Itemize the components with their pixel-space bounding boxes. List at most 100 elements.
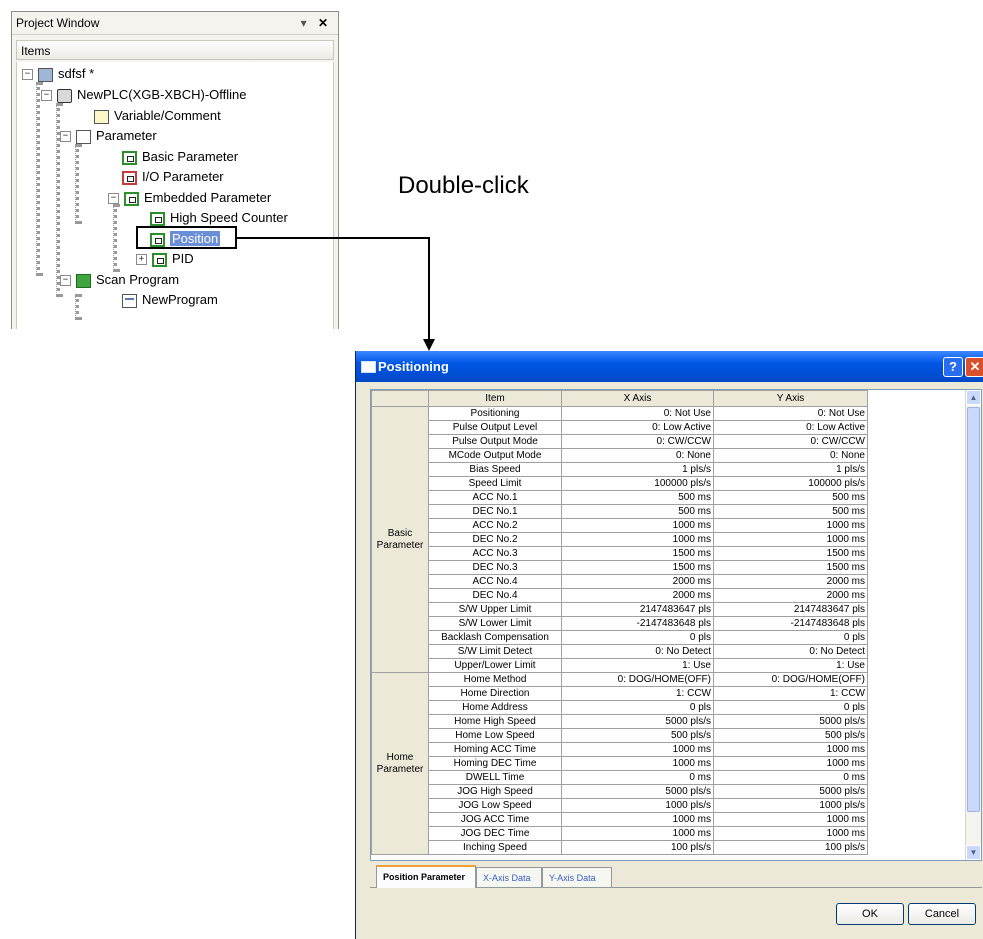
x-axis-value-cell[interactable]: 1000 pls/s (561, 798, 714, 813)
y-axis-value-cell[interactable]: 500 ms (713, 504, 868, 519)
scroll-down-button[interactable]: ▼ (966, 845, 981, 860)
table-row[interactable]: Home High Speed 5000 pls/s 5000 pls/s (372, 714, 966, 729)
y-axis-value-cell[interactable]: 1: CCW (713, 686, 868, 701)
y-axis-value-cell[interactable]: 0: Low Active (713, 420, 868, 435)
tree-node-pid[interactable]: + PID (136, 250, 194, 268)
x-axis-value-cell[interactable]: 1000 ms (561, 742, 714, 757)
x-axis-value-cell[interactable]: -2147483648 pls (561, 616, 714, 631)
table-row[interactable]: S/W Lower Limit -2147483648 pls -214748364… (372, 616, 966, 631)
y-axis-value-cell[interactable]: 1: Use (713, 658, 868, 673)
y-axis-value-cell[interactable]: 5000 pls/s (713, 784, 868, 799)
y-axis-value-cell[interactable]: 2000 ms (713, 574, 868, 589)
x-axis-value-cell[interactable]: 100 pls/s (561, 840, 714, 855)
help-button[interactable]: ? (943, 357, 963, 377)
table-row[interactable]: ACC No.2 1000 ms 1000 ms (372, 518, 966, 533)
x-axis-value-cell[interactable]: 0: Low Active (561, 420, 714, 435)
y-axis-value-cell[interactable]: 1500 ms (713, 546, 868, 561)
table-row[interactable]: Homing ACC Time 1000 ms 1000 ms (372, 742, 966, 757)
collapse-icon[interactable]: − (108, 193, 119, 205)
tree-node-embedded-parameter[interactable]: − Embedded Parameter (108, 189, 271, 207)
x-axis-value-cell[interactable]: 1: Use (561, 658, 714, 673)
ok-button[interactable]: OK (836, 903, 904, 925)
x-axis-value-cell[interactable]: 500 pls/s (561, 728, 714, 743)
x-axis-value-cell[interactable]: 0: No Detect (561, 644, 714, 659)
y-axis-value-cell[interactable]: 1 pls/s (713, 462, 868, 477)
table-row[interactable]: Bias Speed 1 pls/s 1 pls/s (372, 462, 966, 477)
y-axis-value-cell[interactable]: 2000 ms (713, 588, 868, 603)
x-axis-value-cell[interactable]: 1: CCW (561, 686, 714, 701)
tree-node-plc[interactable]: − NewPLC(XGB-XBCH)-Offline (41, 86, 247, 104)
y-axis-value-cell[interactable]: 5000 pls/s (713, 714, 868, 729)
table-row[interactable]: Pulse Output Level 0: Low Active 0: Low Ac… (372, 420, 966, 435)
y-axis-value-cell[interactable]: 0 pls (713, 630, 868, 645)
table-row[interactable]: Inching Speed 100 pls/s 100 pls/s (372, 840, 966, 855)
tree-node-scan-program[interactable]: − Scan Program (60, 271, 179, 289)
table-row[interactable]: ACC No.3 1500 ms 1500 ms (372, 546, 966, 561)
table-row[interactable]: MCode Output Mode 0: None 0: None (372, 448, 966, 463)
tree-node-parameter[interactable]: − Parameter (60, 127, 157, 145)
table-row[interactable]: Home Address 0 pls 0 pls (372, 700, 966, 715)
collapse-icon[interactable]: − (60, 131, 71, 143)
x-axis-value-cell[interactable]: 100000 pls/s (561, 476, 714, 491)
x-axis-value-cell[interactable]: 1500 ms (561, 560, 714, 575)
table-row[interactable]: JOG ACC Time 1000 ms 1000 ms (372, 812, 966, 827)
table-row[interactable]: JOG High Speed 5000 pls/s 5000 pls/s (372, 784, 966, 799)
table-row[interactable]: ACC No.1 500 ms 500 ms (372, 490, 966, 505)
collapse-icon[interactable]: − (60, 275, 71, 287)
x-axis-value-cell[interactable]: 0: DOG/HOME(OFF) (561, 672, 714, 687)
table-row[interactable]: DEC No.4 2000 ms 2000 ms (372, 588, 966, 603)
table-row[interactable]: Home Direction 1: CCW 1: CCW (372, 686, 966, 701)
x-axis-value-cell[interactable]: 1 pls/s (561, 462, 714, 477)
y-axis-value-cell[interactable]: 1000 ms (713, 518, 868, 533)
scroll-thumb[interactable] (967, 407, 980, 812)
y-axis-value-cell[interactable]: 0: None (713, 448, 868, 463)
x-axis-value-cell[interactable]: 1000 ms (561, 756, 714, 771)
y-axis-value-cell[interactable]: 1000 pls/s (713, 798, 868, 813)
table-row[interactable]: JOG DEC Time 1000 ms 1000 ms (372, 826, 966, 841)
tree-node-io-parameter[interactable]: I/O Parameter (122, 168, 224, 186)
x-axis-value-cell[interactable]: 1000 ms (561, 518, 714, 533)
tab-x-axis-data[interactable]: X-Axis Data (476, 867, 542, 887)
x-axis-value-cell[interactable]: 0: Not Use (561, 406, 714, 421)
y-axis-value-cell[interactable]: 2147483647 pls (713, 602, 868, 617)
table-row[interactable]: JOG Low Speed 1000 pls/s 1000 pls/s (372, 798, 966, 813)
table-row[interactable]: Speed Limit 100000 pls/s 100000 pls/s (372, 476, 966, 491)
table-row[interactable]: DEC No.1 500 ms 500 ms (372, 504, 966, 519)
tree-node-basic-parameter[interactable]: Basic Parameter (122, 148, 238, 166)
y-axis-value-cell[interactable]: 100 pls/s (713, 840, 868, 855)
collapse-icon[interactable]: − (41, 90, 52, 102)
y-axis-value-cell[interactable]: 0: No Detect (713, 644, 868, 659)
tree-node-project[interactable]: − sdfsf * (22, 65, 94, 83)
table-row[interactable]: ACC No.4 2000 ms 2000 ms (372, 574, 966, 589)
scroll-up-button[interactable]: ▲ (966, 390, 981, 405)
y-axis-value-cell[interactable]: 0: Not Use (713, 406, 868, 421)
x-axis-value-cell[interactable]: 5000 pls/s (561, 784, 714, 799)
y-axis-value-cell[interactable]: 500 ms (713, 490, 868, 505)
x-axis-value-cell[interactable]: 1000 ms (561, 826, 714, 841)
x-axis-value-cell[interactable]: 0 pls (561, 700, 714, 715)
x-axis-value-cell[interactable]: 2147483647 pls (561, 602, 714, 617)
x-axis-value-cell[interactable]: 1000 ms (561, 812, 714, 827)
y-axis-value-cell[interactable]: 0 ms (713, 770, 868, 785)
table-row[interactable]: Home Parameter Home Method 0: DOG/HOME(OFF… (371, 672, 966, 855)
table-row[interactable]: Pulse Output Mode 0: CW/CCW 0: CW/CCW (372, 434, 966, 449)
close-icon[interactable]: ✕ (318, 16, 332, 30)
y-axis-value-cell[interactable]: 1500 ms (713, 560, 868, 575)
table-row[interactable]: S/W Limit Detect 0: No Detect 0: No Detect (372, 644, 966, 659)
x-axis-value-cell[interactable]: 1000 ms (561, 532, 714, 547)
y-axis-value-cell[interactable]: 0 pls (713, 700, 868, 715)
y-axis-value-cell[interactable]: 500 pls/s (713, 728, 868, 743)
table-row[interactable]: S/W Upper Limit 2147483647 pls 2147483647 … (372, 602, 966, 617)
table-row[interactable]: DEC No.2 1000 ms 1000 ms (372, 532, 966, 547)
x-axis-value-cell[interactable]: 5000 pls/s (561, 714, 714, 729)
x-axis-value-cell[interactable]: 2000 ms (561, 588, 714, 603)
cancel-button[interactable]: Cancel (908, 903, 976, 925)
tree-node-high-speed-counter[interactable]: High Speed Counter (150, 209, 288, 227)
y-axis-value-cell[interactable]: 1000 ms (713, 826, 868, 841)
collapse-icon[interactable]: − (22, 69, 33, 81)
x-axis-value-cell[interactable]: 0 pls (561, 630, 714, 645)
table-row[interactable]: Backlash Compensation 0 pls 0 pls (372, 630, 966, 645)
x-axis-value-cell[interactable]: 1500 ms (561, 546, 714, 561)
tab-y-axis-data[interactable]: Y-Axis Data (542, 867, 612, 887)
vertical-scrollbar[interactable]: ▲ ▼ (965, 390, 981, 860)
